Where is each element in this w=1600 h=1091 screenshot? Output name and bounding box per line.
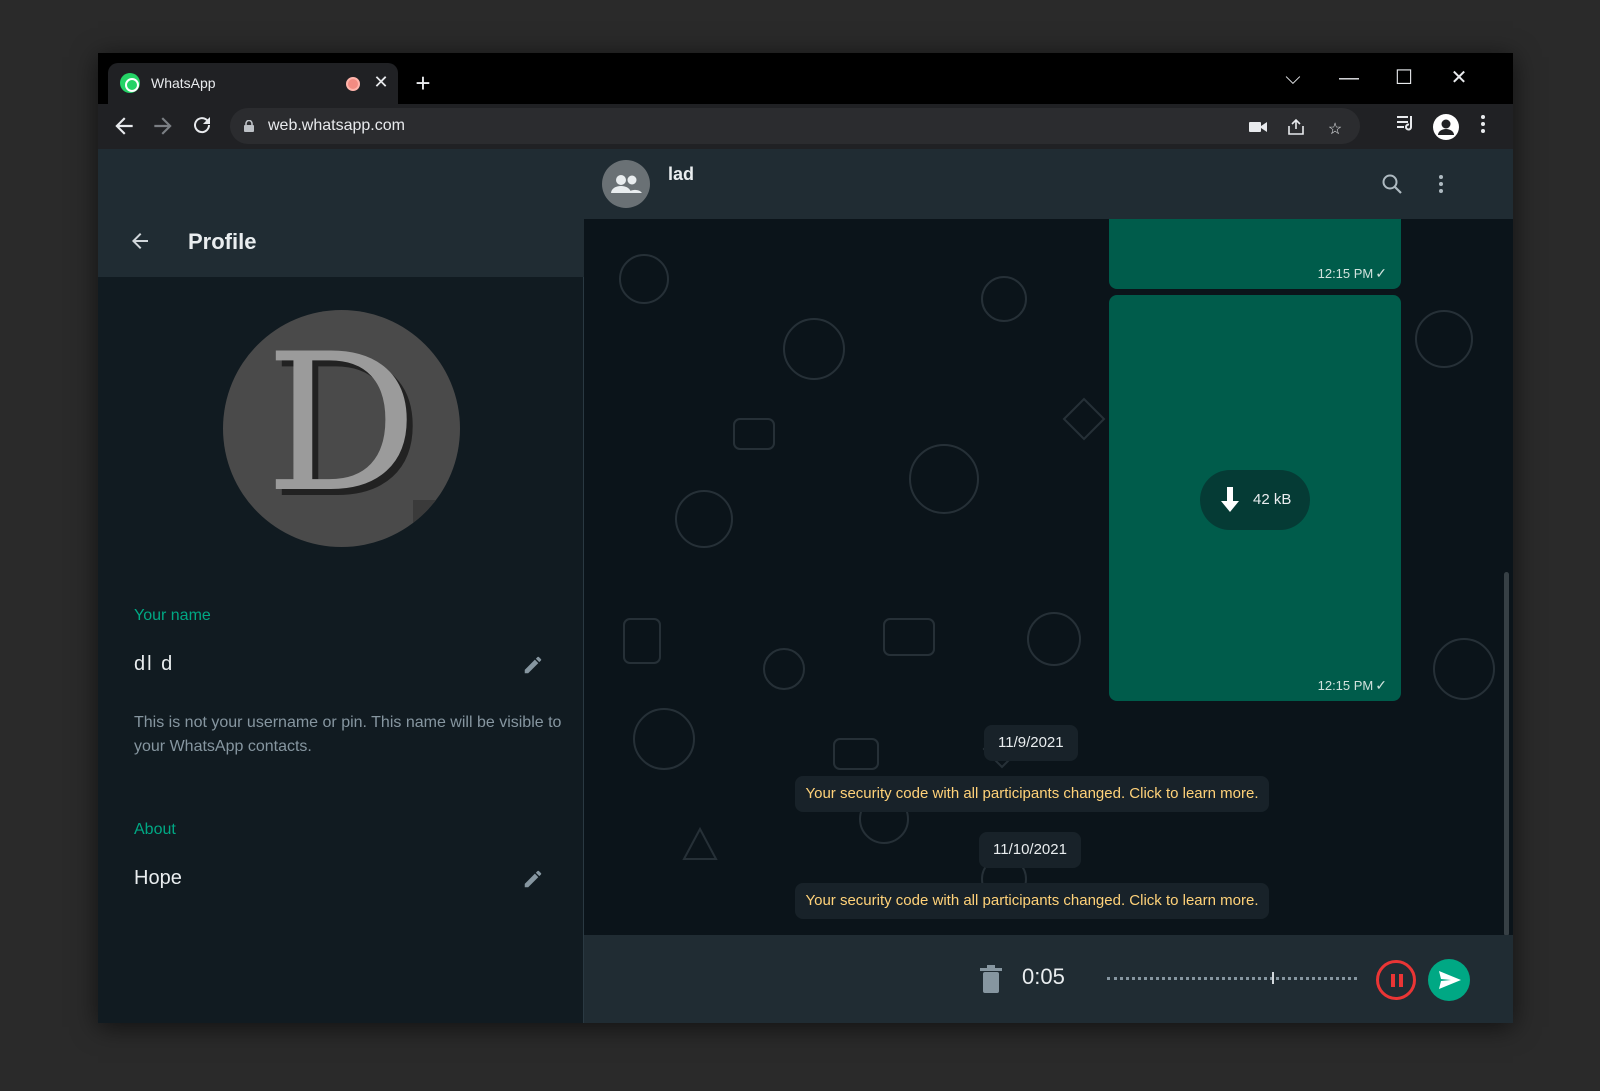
page-title: Profile [188, 229, 257, 254]
waveform-marker [1272, 972, 1274, 984]
close-window-button[interactable]: ✕ [1442, 61, 1476, 95]
tab-title: WhatsApp [151, 75, 216, 91]
download-button[interactable]: 42 kB [1200, 470, 1310, 530]
tab-whatsapp[interactable]: WhatsApp ✕ [108, 63, 398, 104]
tab-search-button[interactable]: ⌵ [1276, 61, 1310, 95]
more-icon[interactable] [1471, 114, 1495, 138]
avatar-letter: D [265, 313, 418, 534]
url-text: web.whatsapp.com [268, 117, 405, 134]
download-size: 42 kB [1253, 491, 1292, 508]
reload-icon[interactable] [189, 113, 215, 139]
profile-photo[interactable]: D [223, 310, 460, 547]
record-indicator-icon [346, 77, 360, 91]
voice-recorder-bar: 0:05 [584, 935, 1513, 1023]
trash-icon[interactable] [980, 965, 1002, 993]
chat-header[interactable]: lad [584, 149, 1513, 219]
recording-waveform [1107, 977, 1357, 980]
system-message[interactable]: Your security code with all participants… [795, 776, 1269, 812]
camera-icon[interactable] [1246, 118, 1270, 142]
whatsapp-app: Profile D Your name dl d This is not you… [98, 149, 1513, 1023]
profile-panel: Profile D Your name dl d This is not you… [98, 149, 584, 1023]
system-message[interactable]: Your security code with all participants… [795, 883, 1269, 919]
address-bar[interactable]: web.whatsapp.com ☆ [230, 108, 1360, 144]
arrow-left-icon[interactable] [128, 229, 154, 255]
date-divider: 11/9/2021 [984, 725, 1078, 761]
name-helper-text: This is not your username or pin. This n… [134, 714, 562, 755]
about-label: About [134, 821, 176, 838]
name-value: dl d [134, 653, 175, 675]
forward-icon[interactable] [150, 113, 176, 139]
pencil-icon[interactable] [522, 868, 544, 890]
tab-strip: WhatsApp ✕ + ⌵ — ☐ ✕ [98, 53, 1513, 104]
message-bubble[interactable]: 42 kB 12:15 PM ✓ [1109, 295, 1401, 701]
share-icon[interactable] [1284, 118, 1308, 142]
more-icon[interactable] [1429, 172, 1453, 196]
back-icon[interactable] [111, 113, 137, 139]
pause-icon[interactable] [1376, 960, 1416, 1000]
group-icon[interactable] [602, 160, 650, 208]
pencil-icon[interactable] [522, 654, 544, 676]
chat-scrollbar[interactable] [1504, 572, 1509, 936]
media-icon[interactable] [1394, 114, 1418, 138]
lock-icon [244, 120, 254, 132]
whatsapp-icon [120, 73, 140, 93]
download-icon [1221, 487, 1239, 512]
name-label: Your name [134, 607, 211, 624]
minimize-button[interactable]: — [1332, 61, 1366, 95]
browser-toolbar: web.whatsapp.com ☆ [98, 104, 1513, 149]
chat-title: lad [668, 164, 695, 184]
profile-icon[interactable] [1433, 114, 1459, 140]
recording-timer: 0:05 [1022, 964, 1065, 989]
date-divider: 11/10/2021 [979, 832, 1081, 868]
new-tab-button[interactable]: + [411, 70, 435, 96]
chat-panel: lad 12:15 PM ✓ 42 kB 12:15 PM ✓ 11/9/2021 [584, 149, 1513, 1023]
message-time: 12:15 PM ✓ [1317, 265, 1387, 281]
search-icon[interactable] [1380, 172, 1404, 196]
star-icon[interactable]: ☆ [1323, 118, 1347, 142]
profile-header: Profile [98, 149, 584, 277]
browser-window: WhatsApp ✕ + ⌵ — ☐ ✕ web.whatsapp.com ☆ … [98, 53, 1513, 1023]
message-bubble[interactable]: 12:15 PM ✓ [1109, 219, 1401, 289]
close-icon[interactable]: ✕ [371, 72, 391, 92]
message-time: 12:15 PM ✓ [1317, 677, 1387, 693]
about-value: Hope [134, 867, 182, 889]
maximize-button[interactable]: ☐ [1387, 61, 1421, 95]
send-icon[interactable] [1428, 959, 1470, 1001]
avatar-corner [413, 500, 453, 540]
